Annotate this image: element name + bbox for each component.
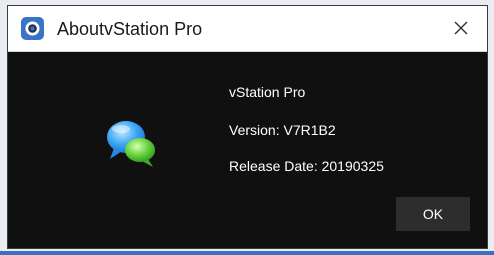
product-name: vStation Pro [229,84,306,100]
chat-bubbles-icon [104,116,160,170]
window-title: AboutvStation Pro [57,19,203,39]
ok-button[interactable]: OK [396,197,470,231]
release-date-text: Release Date: 20190325 [229,158,384,174]
screen-background: AboutvStation Pro vStation Pro Version: … [0,0,494,255]
close-button[interactable] [449,16,473,40]
close-icon [454,21,468,35]
about-dialog: AboutvStation Pro vStation Pro Version: … [7,5,488,249]
taskbar-edge [0,251,494,255]
version-text: Version: V7R1B2 [229,122,336,138]
camera-lens-icon [21,17,44,40]
title-bar: AboutvStation Pro [8,6,487,52]
